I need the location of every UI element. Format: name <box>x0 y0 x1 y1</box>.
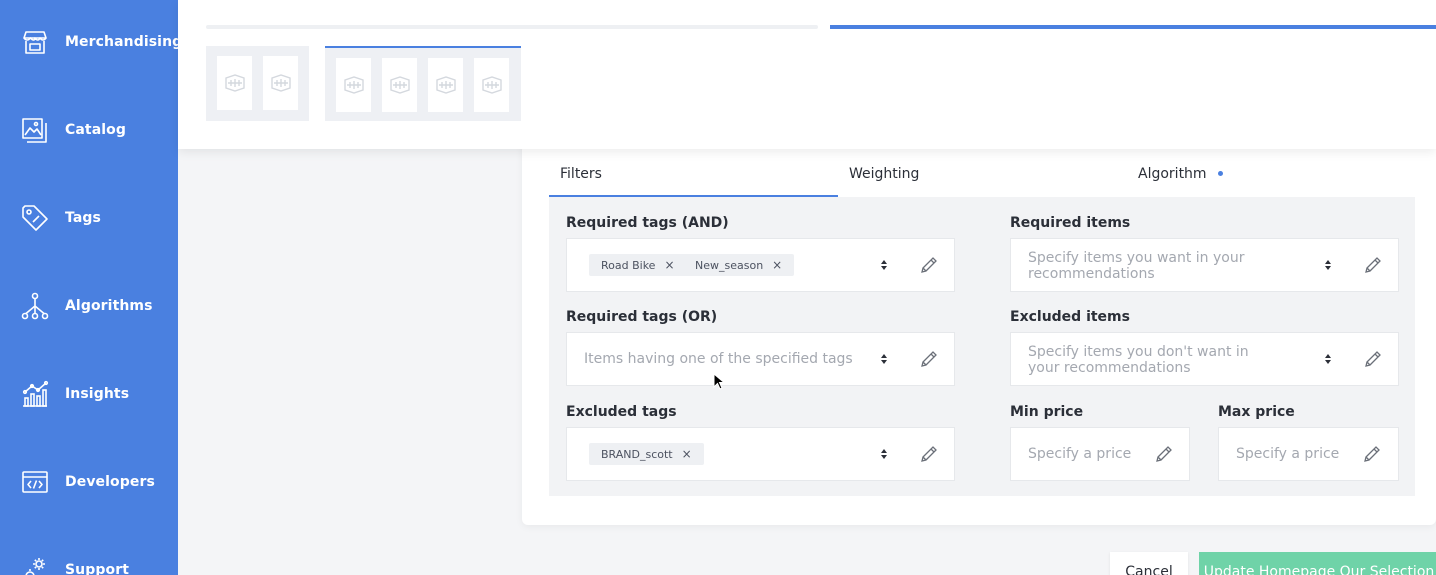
sidebar-item-catalog[interactable]: Catalog <box>0 110 178 150</box>
product-placeholder-icon <box>217 56 252 110</box>
tag-icon <box>21 204 49 232</box>
sort-arrows-icon[interactable] <box>880 259 888 271</box>
tab-indicator-dot <box>1217 171 1223 176</box>
sort-arrows-icon[interactable] <box>880 448 888 460</box>
tab-label: Weighting <box>849 165 920 182</box>
tab-label: Filters <box>560 165 602 182</box>
required-items-label: Required items <box>1010 215 1131 231</box>
product-placeholder-icon <box>474 58 509 112</box>
layout-option-2-items[interactable] <box>206 46 309 121</box>
required-items-select[interactable]: Specify items you want in your recommend… <box>1010 238 1399 292</box>
sidebar-item-label: Support <box>65 562 130 575</box>
store-icon <box>21 28 49 56</box>
required-tags-and-label: Required tags (AND) <box>566 215 729 231</box>
pencil-icon[interactable] <box>1362 444 1382 464</box>
chart-icon <box>21 380 49 408</box>
tab-weighting[interactable]: Weighting <box>849 150 919 197</box>
product-placeholder-icon <box>382 58 417 112</box>
sort-arrows-icon[interactable] <box>1324 259 1332 271</box>
sort-arrows-icon[interactable] <box>1324 353 1332 365</box>
pencil-icon[interactable] <box>1363 349 1383 369</box>
tag-chip: Road Bike × <box>589 254 687 276</box>
pencil-icon[interactable] <box>919 255 939 275</box>
sidebar-item-label: Catalog <box>65 122 126 138</box>
sidebar-item-tags[interactable]: Tags <box>0 198 178 238</box>
sidebar-item-support[interactable]: Support <box>0 550 178 575</box>
excluded-items-label: Excluded items <box>1010 309 1130 325</box>
min-price-input[interactable]: Specify a price or <box>1010 427 1190 481</box>
tab-label: Algorithm <box>1138 165 1207 182</box>
mouse-cursor-icon <box>713 373 725 390</box>
sidebar-item-developers[interactable]: Developers <box>0 462 178 502</box>
chip-remove-icon[interactable]: × <box>682 447 692 461</box>
pencil-icon[interactable] <box>1363 255 1383 275</box>
network-icon <box>21 292 49 320</box>
product-placeholder-icon <box>336 58 371 112</box>
required-tags-or-select[interactable]: Items having one of the specified tags <box>566 332 955 386</box>
pencil-icon[interactable] <box>919 349 939 369</box>
min-price-label: Min price <box>1010 404 1084 420</box>
excluded-items-placeholder: Specify items you don't want in your rec… <box>1028 344 1249 376</box>
max-price-label: Max price <box>1218 404 1295 420</box>
chip-label: New_season <box>695 258 764 272</box>
excluded-tags-select[interactable]: BRAND_scott × <box>566 427 955 481</box>
chip-remove-icon[interactable]: × <box>664 258 674 272</box>
code-icon <box>21 468 49 496</box>
tab-algorithm[interactable]: Algorithm <box>1138 150 1223 197</box>
step-progress-active <box>830 25 1436 29</box>
catalog-icon <box>21 116 49 144</box>
sidebar-item-merchandising[interactable]: Merchandising <box>0 22 182 62</box>
required-tags-or-placeholder: Items having one of the specified tags <box>584 351 853 367</box>
required-tags-and-select[interactable]: Road Bike × New_season × <box>566 238 955 292</box>
min-price-placeholder: Specify a price or <box>1028 446 1131 462</box>
sort-arrows-icon[interactable] <box>880 353 888 365</box>
sidebar: Merchandising Catalog Tags Algorithms In… <box>0 0 182 575</box>
sidebar-item-label: Merchandising <box>65 34 183 50</box>
product-placeholder-icon <box>428 58 463 112</box>
excluded-tags-label: Excluded tags <box>566 404 677 420</box>
sidebar-item-label: Insights <box>65 386 130 402</box>
required-items-placeholder: Specify items you want in your recommend… <box>1028 250 1245 282</box>
chip-remove-icon[interactable]: × <box>772 258 782 272</box>
sidebar-item-insights[interactable]: Insights <box>0 374 178 414</box>
max-price-input[interactable]: Specify a price or <box>1218 427 1399 481</box>
product-placeholder-icon <box>263 56 298 110</box>
excluded-items-select[interactable]: Specify items you don't want in your rec… <box>1010 332 1399 386</box>
pencil-icon[interactable] <box>919 444 939 464</box>
step-progress-inactive <box>206 25 818 29</box>
sidebar-item-label: Developers <box>65 474 155 490</box>
cancel-button[interactable]: Cancel <box>1110 552 1188 575</box>
tag-chip: BRAND_scott × <box>589 443 704 465</box>
sidebar-item-algorithms[interactable]: Algorithms <box>0 286 178 326</box>
layout-option-4-items[interactable] <box>325 46 521 121</box>
tag-chip: New_season × <box>683 254 795 276</box>
sidebar-item-label: Tags <box>65 210 101 226</box>
tab-filters[interactable]: Filters <box>560 150 602 197</box>
required-tags-or-label: Required tags (OR) <box>566 309 718 325</box>
pencil-icon[interactable] <box>1154 444 1174 464</box>
gear-icon <box>21 556 49 575</box>
active-tab-underline <box>549 195 838 197</box>
chip-label: BRAND_scott <box>601 447 673 461</box>
sidebar-item-label: Algorithms <box>65 298 153 314</box>
update-selection-button[interactable]: Update Homepage Our Selection <box>1199 552 1436 575</box>
max-price-placeholder: Specify a price or <box>1236 446 1339 462</box>
chip-label: Road Bike <box>601 258 656 272</box>
